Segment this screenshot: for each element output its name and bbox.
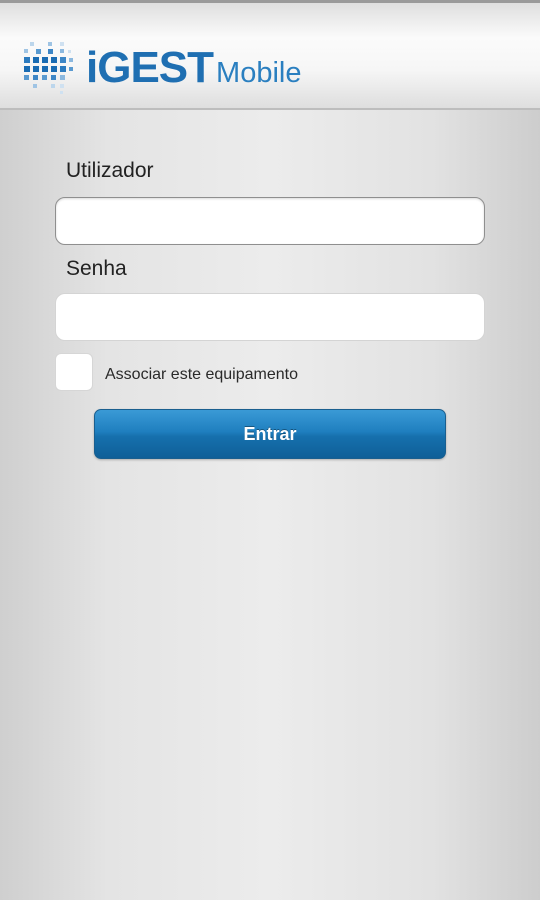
username-label: Utilizador bbox=[66, 159, 154, 182]
password-input[interactable] bbox=[55, 293, 485, 341]
logo-wordmark: iGEST Mobile bbox=[86, 44, 301, 97]
associate-device-checkbox[interactable] bbox=[55, 353, 93, 391]
logo-igest-text: iGEST bbox=[86, 43, 214, 92]
login-button[interactable]: Entrar bbox=[94, 409, 446, 459]
app-header: iGEST Mobile bbox=[0, 0, 540, 110]
username-input[interactable] bbox=[55, 197, 485, 245]
password-label: Senha bbox=[66, 257, 127, 280]
app-logo: iGEST Mobile bbox=[22, 40, 301, 100]
logo-mobile-text: Mobile bbox=[216, 57, 302, 89]
pixel-grid-logo-icon bbox=[24, 42, 73, 94]
associate-device-label: Associar este equipamento bbox=[105, 366, 298, 383]
